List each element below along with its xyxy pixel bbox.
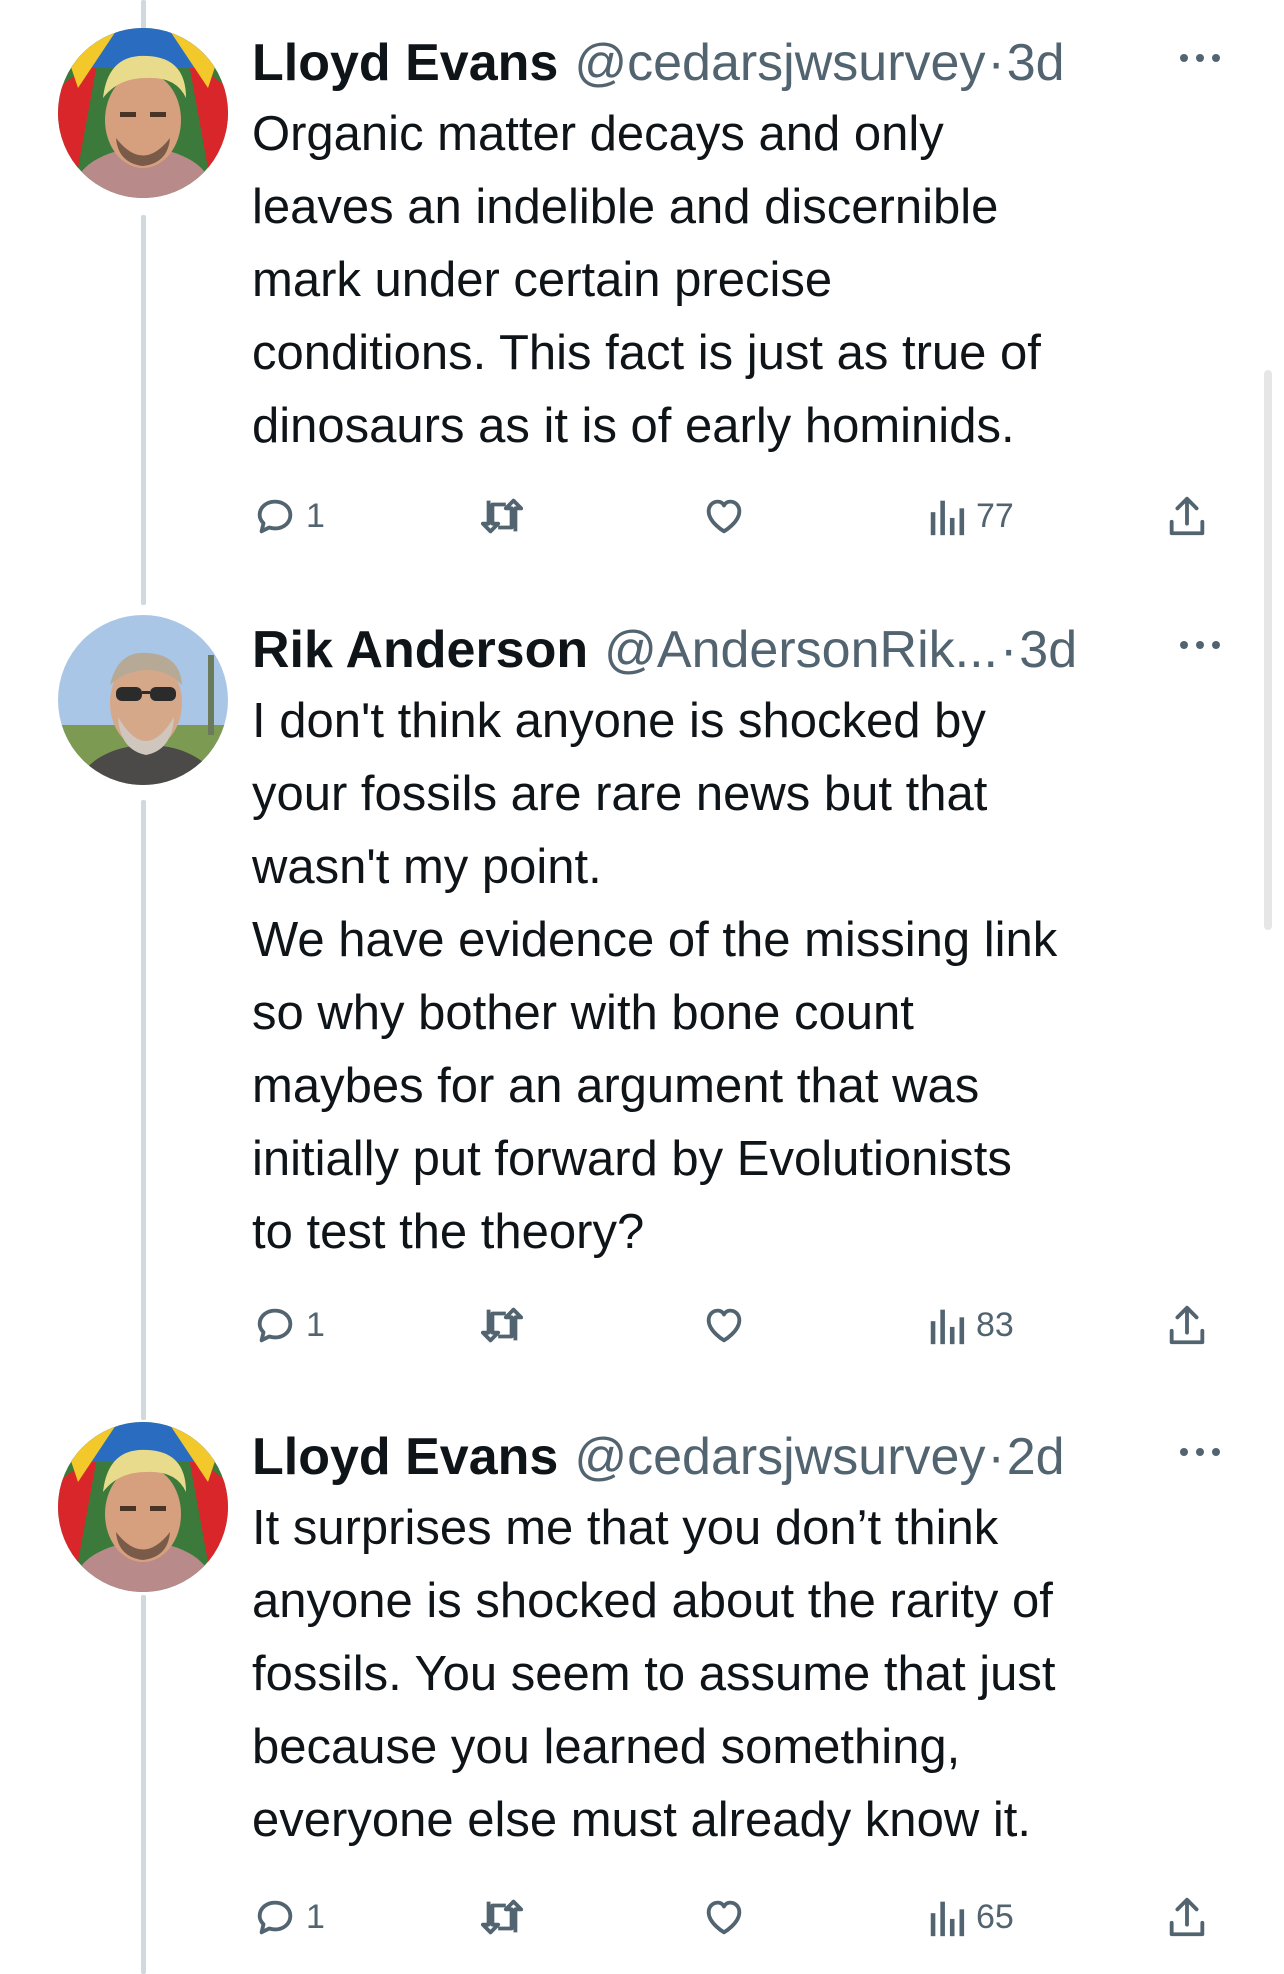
- share-icon: [1164, 493, 1210, 539]
- timestamp[interactable]: 2d: [1007, 1422, 1065, 1492]
- tweet-header: Lloyd Evans @cedarsjwsurvey · 2d: [252, 1422, 1065, 1492]
- share-icon: [1164, 1894, 1210, 1940]
- action-bar: 1 65: [252, 1887, 1232, 1947]
- like-icon: [700, 1302, 748, 1348]
- reply-count: 1: [306, 1897, 325, 1936]
- share-button[interactable]: [1164, 486, 1210, 546]
- retweet-icon: [477, 493, 527, 539]
- views-count: 77: [976, 496, 1014, 535]
- avatar[interactable]: [58, 615, 228, 785]
- author-handle[interactable]: @cedarsjwsurvey: [574, 28, 985, 98]
- views-count: 65: [976, 1897, 1014, 1936]
- share-icon: [1164, 1302, 1210, 1348]
- views-count: 83: [976, 1305, 1014, 1344]
- author-name[interactable]: Lloyd Evans: [252, 1422, 558, 1492]
- retweet-icon: [477, 1894, 527, 1940]
- author-name[interactable]: Rik Anderson: [252, 615, 588, 685]
- author-handle[interactable]: @cedarsjwsurvey: [574, 1422, 985, 1492]
- reply-count: 1: [306, 496, 325, 535]
- tweet-header: Lloyd Evans @cedarsjwsurvey · 3d: [252, 28, 1065, 98]
- like-icon: [700, 493, 748, 539]
- views-icon: [928, 493, 968, 539]
- action-bar: 1 83: [252, 1295, 1232, 1355]
- retweet-button[interactable]: [477, 1295, 527, 1355]
- separator-dot: ·: [987, 34, 1005, 92]
- scrollbar[interactable]: [1264, 370, 1272, 930]
- tweet-text: Organic matter decays and only leaves an…: [252, 107, 1041, 453]
- reply-button[interactable]: 1: [252, 486, 325, 546]
- views-icon: [928, 1894, 968, 1940]
- timestamp[interactable]: 3d: [1019, 615, 1077, 685]
- timestamp[interactable]: 3d: [1007, 28, 1065, 98]
- separator-dot: ·: [987, 1428, 1005, 1486]
- tweet-header: Rik Anderson @AndersonRik... · 3d: [252, 615, 1077, 685]
- thread-line-1: [141, 215, 146, 605]
- reply-button[interactable]: 1: [252, 1887, 325, 1947]
- share-button[interactable]: [1164, 1295, 1210, 1355]
- more-icon[interactable]: [1170, 1432, 1230, 1472]
- views-button[interactable]: 65: [928, 1887, 1014, 1947]
- like-button[interactable]: [700, 1887, 748, 1947]
- separator-dot: ·: [999, 621, 1018, 679]
- views-button[interactable]: 77: [928, 486, 1014, 546]
- views-icon: [928, 1302, 968, 1348]
- more-icon[interactable]: [1170, 38, 1230, 78]
- tweet-text: It surprises me that you don’t think any…: [252, 1501, 1056, 1847]
- author-handle[interactable]: @AndersonRik...: [604, 615, 998, 685]
- avatar[interactable]: [58, 1422, 228, 1592]
- retweet-icon: [477, 1302, 527, 1348]
- more-icon[interactable]: [1170, 625, 1230, 665]
- reply-icon: [252, 1894, 298, 1940]
- reply-icon: [252, 1302, 298, 1348]
- tweet-text: I don't think anyone is shocked by your …: [252, 694, 1058, 1259]
- share-button[interactable]: [1164, 1887, 1210, 1947]
- thread-line-2: [141, 800, 146, 1420]
- action-bar: 1 77: [252, 486, 1232, 546]
- like-icon: [700, 1894, 748, 1940]
- reply-button[interactable]: 1: [252, 1295, 325, 1355]
- views-button[interactable]: 83: [928, 1295, 1014, 1355]
- retweet-button[interactable]: [477, 1887, 527, 1947]
- avatar[interactable]: [58, 28, 228, 198]
- thread-line-3: [141, 1595, 146, 1974]
- like-button[interactable]: [700, 486, 748, 546]
- reply-count: 1: [306, 1305, 325, 1344]
- reply-icon: [252, 493, 298, 539]
- like-button[interactable]: [700, 1295, 748, 1355]
- author-name[interactable]: Lloyd Evans: [252, 28, 558, 98]
- retweet-button[interactable]: [477, 486, 527, 546]
